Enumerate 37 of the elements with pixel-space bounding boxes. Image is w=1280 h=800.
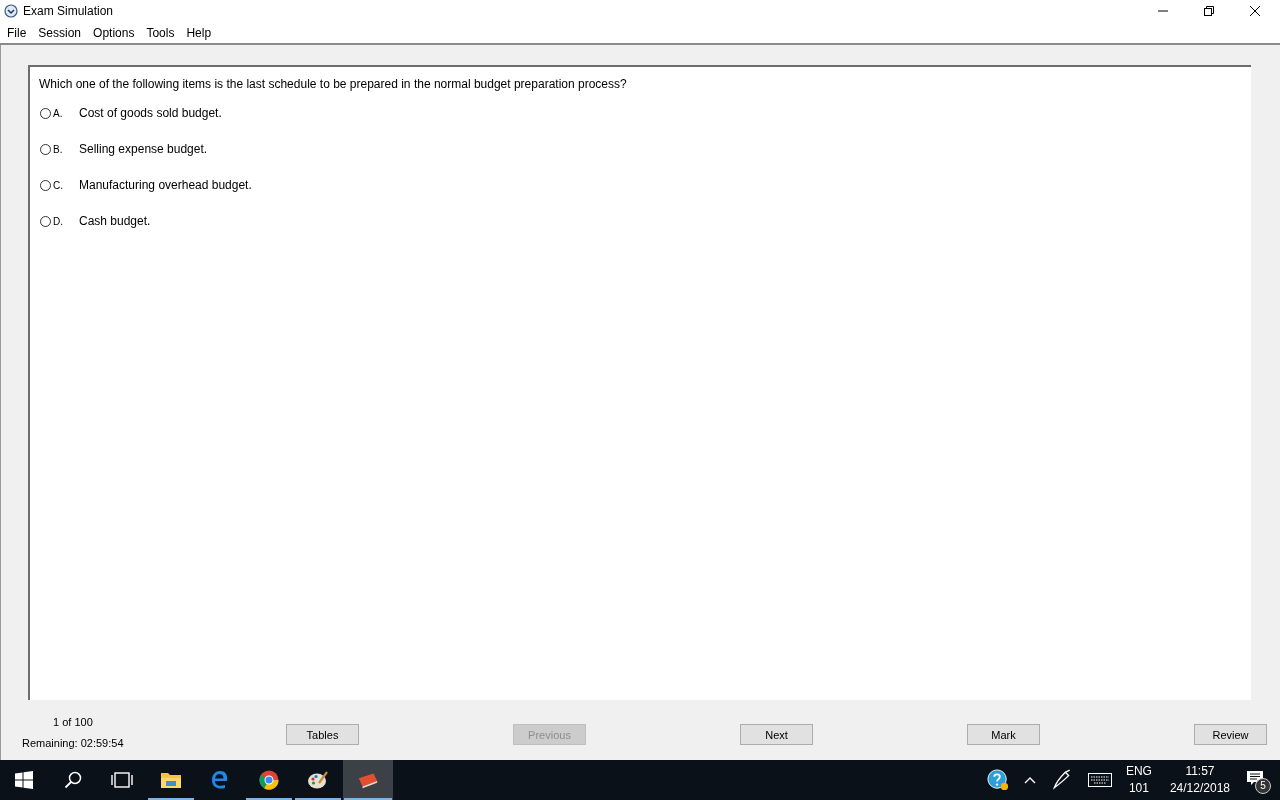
folder-icon [160, 770, 182, 790]
notifications-button[interactable]: 5 [1246, 768, 1268, 792]
search-icon [64, 771, 82, 789]
option-text[interactable]: Cost of goods sold budget. [79, 106, 222, 120]
close-icon[interactable] [1250, 6, 1260, 16]
menu-item[interactable]: Help [181, 25, 217, 40]
option-letter: C. [53, 179, 64, 191]
option-letter: A. [53, 107, 64, 119]
keyboard-icon[interactable] [1087, 773, 1112, 787]
time-remaining: Remaining: 02:59:54 [22, 737, 125, 749]
window-title: Exam Simulation [23, 4, 114, 18]
pen-icon[interactable] [1050, 769, 1073, 791]
restore-icon[interactable] [1204, 6, 1214, 16]
nav-button[interactable]: Review [1194, 724, 1267, 745]
option-letter: D. [53, 215, 64, 227]
app-icon [4, 4, 18, 18]
nav-button[interactable]: Tables [286, 724, 359, 745]
nav-button[interactable]: Next [740, 724, 813, 745]
question-text: Which one of the following items is the last schedule to be prepared in the normal budget preparation process? [39, 77, 628, 91]
windows-logo-icon [15, 771, 33, 789]
task-view-icon [111, 770, 133, 790]
option-text[interactable]: Selling expense budget. [79, 142, 208, 156]
option-text[interactable]: Cash budget. [79, 214, 151, 228]
caret-up-icon[interactable] [1023, 776, 1036, 784]
question-counter: 1 of 100 [53, 716, 94, 728]
option-text[interactable]: Manufacturing overhead budget. [79, 178, 252, 192]
menu-item[interactable]: Session [33, 25, 87, 40]
help-icon[interactable] [986, 769, 1009, 791]
menu-item[interactable]: Tools [141, 25, 180, 40]
input-language[interactable]: ENG 101 [1125, 763, 1152, 797]
menu-item[interactable]: File [2, 25, 32, 40]
nav-button[interactable]: Mark [967, 724, 1040, 745]
menu-item[interactable]: Options [88, 25, 140, 40]
palette-icon [307, 770, 329, 790]
option-letter: B. [53, 143, 64, 155]
browser-round-icon [258, 770, 280, 790]
clock[interactable]: 11:57 24/12/2018 [1169, 763, 1230, 797]
